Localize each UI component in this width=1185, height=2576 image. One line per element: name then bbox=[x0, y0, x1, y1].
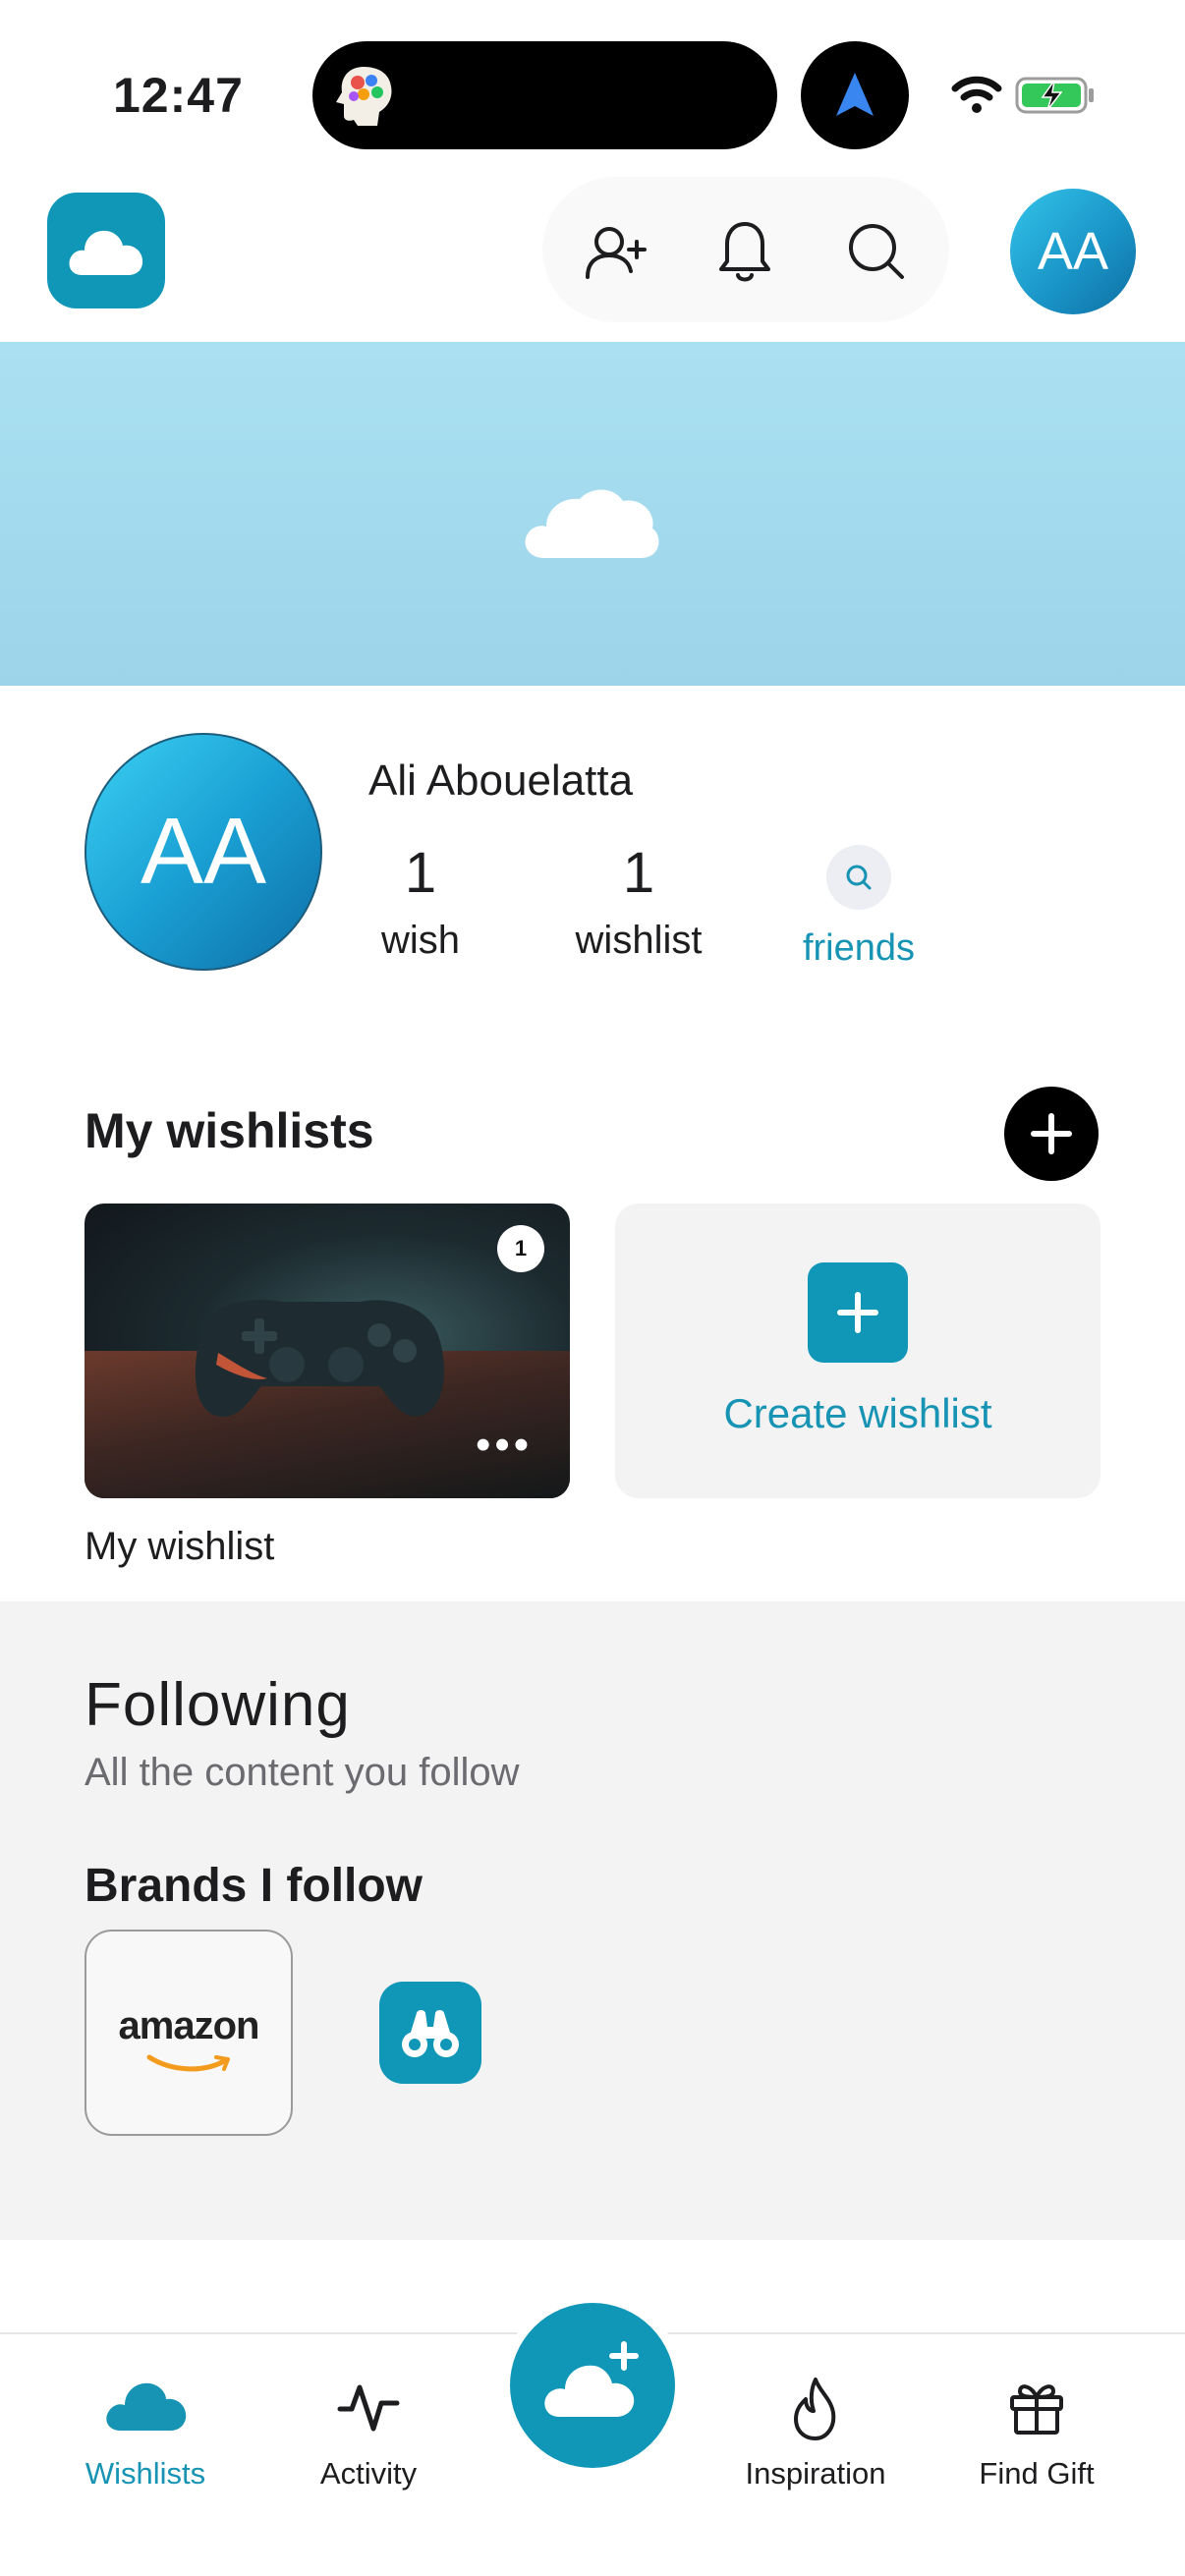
tab-wishlists[interactable]: Wishlists bbox=[59, 2374, 232, 2492]
profile-name: Ali Abouelatta bbox=[368, 756, 634, 805]
amazon-smile-logo bbox=[146, 2054, 230, 2072]
dynamic-island[interactable] bbox=[312, 41, 777, 149]
following-title: Following bbox=[85, 1671, 351, 1739]
tab-label: Activity bbox=[319, 2456, 418, 2491]
my-wishlists-title: My wishlists bbox=[85, 1103, 374, 1158]
cloud-icon bbox=[59, 2374, 232, 2452]
create-wishlist-plus bbox=[808, 1262, 908, 1363]
gamepad-image bbox=[195, 1299, 444, 1418]
discover-brands-button[interactable] bbox=[379, 1982, 481, 2084]
cloud-plus-icon bbox=[544, 2341, 639, 2417]
bell-icon bbox=[719, 222, 770, 282]
header-toolbar bbox=[542, 177, 949, 322]
search-friends-icon bbox=[826, 845, 891, 910]
navigation-activity[interactable] bbox=[801, 41, 909, 149]
plus-icon bbox=[837, 1292, 878, 1333]
create-wishlist-card[interactable]: Create wishlist bbox=[615, 1204, 1100, 1498]
brands-title: Brands I follow bbox=[85, 1860, 423, 1912]
wishlist-label: wishlist bbox=[575, 919, 703, 962]
wish-count-badge: 1 bbox=[497, 1225, 544, 1272]
add-wishlist-button[interactable] bbox=[1004, 1087, 1099, 1181]
create-wishlist-label: Create wishlist bbox=[723, 1390, 992, 1436]
wishlist-card[interactable]: 1 ••• bbox=[85, 1204, 570, 1498]
wish-stat[interactable]: 1 wish bbox=[369, 841, 472, 967]
app-logo[interactable] bbox=[47, 193, 165, 308]
notifications-button[interactable] bbox=[705, 212, 784, 291]
wish-label: wish bbox=[380, 919, 461, 962]
brand-name: amazon bbox=[118, 2004, 260, 2047]
tab-label: Find Gift bbox=[979, 2456, 1095, 2491]
tab-find-gift[interactable]: Find Gift bbox=[958, 2374, 1115, 2492]
binoculars-icon bbox=[402, 2010, 459, 2057]
header-avatar[interactable]: AA bbox=[1010, 189, 1136, 314]
brand-tile-amazon[interactable]: amazon bbox=[85, 1930, 293, 2136]
location-arrow-icon bbox=[836, 73, 874, 116]
wishlist-count: 1 bbox=[622, 841, 655, 905]
search-icon bbox=[849, 224, 904, 279]
following-section: Following All the content you follow Bra… bbox=[0, 1601, 1185, 2240]
wish-count: 1 bbox=[404, 841, 437, 905]
profile-avatar[interactable]: AA bbox=[85, 733, 322, 971]
search-button[interactable] bbox=[837, 212, 916, 291]
add-friend-button[interactable] bbox=[576, 212, 654, 291]
plus-icon bbox=[1031, 1113, 1072, 1154]
add-friend-icon bbox=[586, 227, 647, 279]
flame-icon bbox=[717, 2374, 914, 2452]
activity-icon bbox=[295, 2374, 442, 2452]
more-options-button[interactable]: ••• bbox=[476, 1424, 533, 1467]
battery-charging-icon bbox=[1015, 77, 1094, 114]
wishlist-card-label[interactable]: My wishlist bbox=[85, 1525, 274, 1569]
profile-banner bbox=[0, 342, 1185, 686]
following-subtitle: All the content you follow bbox=[85, 1751, 520, 1794]
tab-label: Wishlists bbox=[85, 2456, 206, 2491]
add-wish-fab-wrapper bbox=[493, 2299, 692, 2497]
brain-app-icon bbox=[336, 67, 392, 126]
status-time: 12:47 bbox=[113, 68, 244, 123]
wifi-icon bbox=[951, 76, 1002, 113]
status-bar: 12:47 bbox=[0, 0, 1185, 177]
tab-inspiration[interactable]: Inspiration bbox=[717, 2374, 914, 2492]
friends-label: friends bbox=[802, 927, 916, 969]
cloud-icon bbox=[525, 489, 659, 558]
wishlist-stat[interactable]: 1 wishlist bbox=[560, 841, 717, 967]
add-wish-fab[interactable] bbox=[510, 2303, 675, 2468]
tab-activity[interactable]: Activity bbox=[295, 2374, 442, 2492]
tab-label: Inspiration bbox=[745, 2456, 886, 2491]
friends-button[interactable]: friends bbox=[792, 845, 926, 970]
cloud-icon bbox=[69, 230, 143, 275]
gift-icon bbox=[958, 2374, 1115, 2452]
